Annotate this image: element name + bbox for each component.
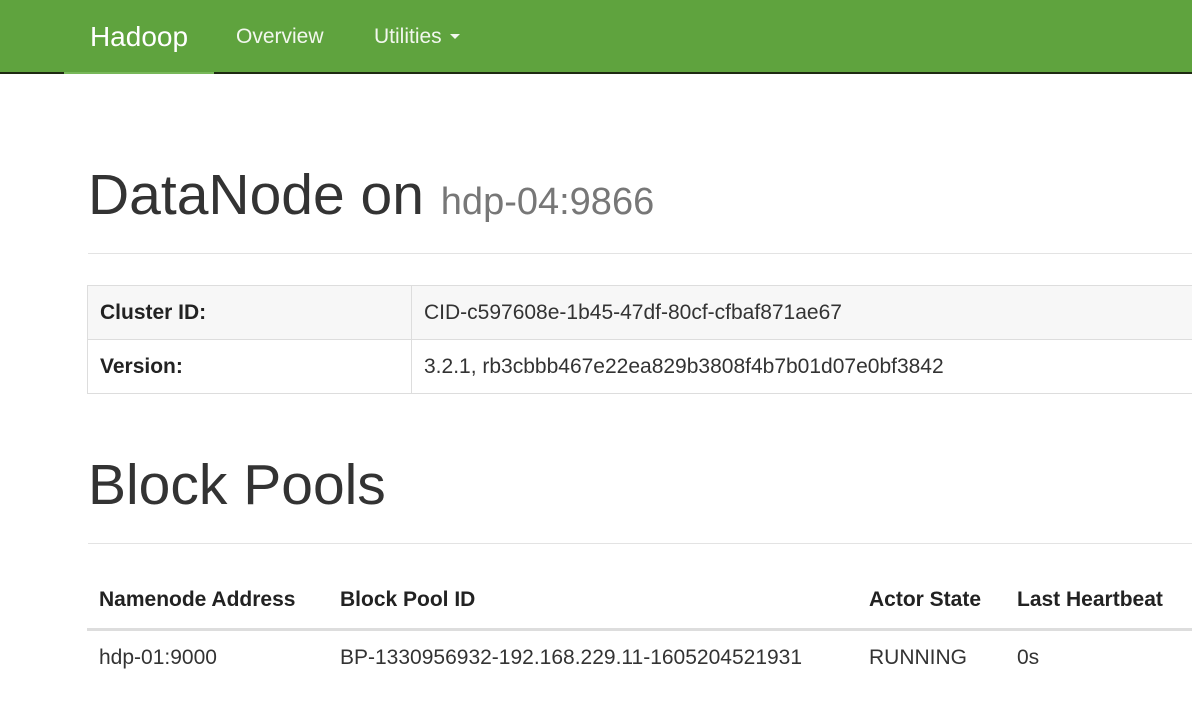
top-navbar: Hadoop Overview Utilities: [0, 0, 1192, 74]
table-row: hdp-01:9000 BP-1330956932-192.168.229.11…: [87, 629, 1192, 685]
page-title: DataNode on hdp-04:9866: [88, 162, 654, 228]
version-value: 3.2.1, rb3cbbb467e22ea829b3808f4b7b01d07…: [411, 339, 1192, 394]
datanode-info-table: Cluster ID: CID-c597608e-1b45-47df-80cf-…: [87, 285, 1192, 394]
namenode-address-cell: hdp-01:9000: [99, 645, 217, 669]
version-label: Version:: [87, 339, 412, 394]
nav-utilities-label: Utilities: [374, 25, 442, 48]
nav-utilities-dropdown[interactable]: Utilities: [374, 0, 460, 74]
nav-overview-label: Overview: [236, 25, 324, 48]
column-header-namenode-address: Namenode Address: [87, 573, 328, 631]
block-pools-heading: Block Pools: [88, 453, 386, 517]
block-pools-table: Namenode Address Block Pool ID Actor Sta…: [87, 573, 1192, 685]
column-header-block-pool-id: Block Pool ID: [328, 573, 857, 631]
last-heartbeat-cell: 0s: [1017, 645, 1040, 669]
table-header-row: Namenode Address Block Pool ID Actor Sta…: [87, 573, 1192, 631]
block-pool-id-cell: BP-1330956932-192.168.229.11-16052045219…: [340, 645, 803, 669]
divider: [88, 543, 1192, 544]
page-title-main: DataNode on: [88, 163, 424, 227]
nav-overview-link[interactable]: Overview: [236, 0, 324, 74]
column-header-actor-state: Actor State: [857, 573, 1005, 631]
brand-link[interactable]: Hadoop: [64, 0, 214, 74]
column-header-last-heartbeat: Last Heartbeat: [1005, 573, 1192, 631]
divider: [88, 253, 1192, 254]
actor-state-cell: RUNNING: [869, 645, 967, 669]
table-row: Version: 3.2.1, rb3cbbb467e22ea829b3808f…: [87, 339, 1192, 394]
cluster-id-label: Cluster ID:: [87, 285, 412, 340]
page-title-host: hdp-04:9866: [440, 181, 655, 223]
table-row: Cluster ID: CID-c597608e-1b45-47df-80cf-…: [87, 285, 1192, 340]
cluster-id-value: CID-c597608e-1b45-47df-80cf-cfbaf871ae67: [411, 285, 1192, 340]
caret-down-icon: [449, 33, 460, 39]
